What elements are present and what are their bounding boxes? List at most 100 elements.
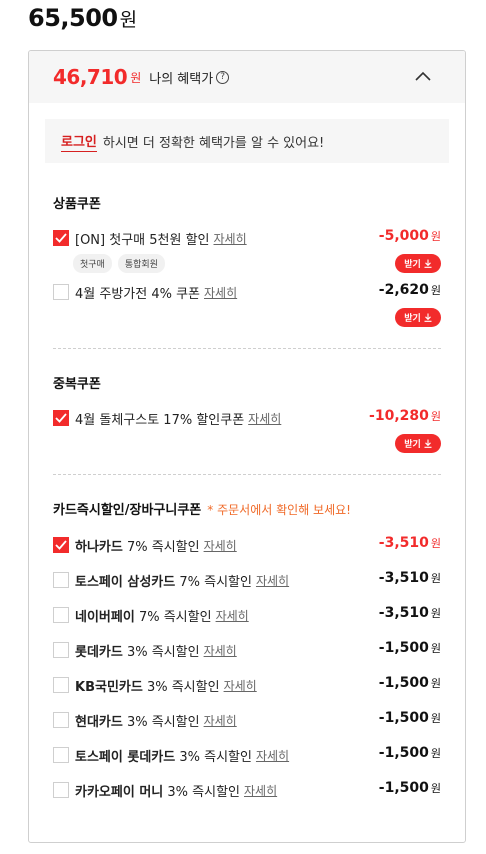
card-name: 롯데카드 [75, 644, 123, 660]
coupon-tags: 첫구매 통합회원 [73, 254, 165, 273]
detail-link[interactable]: 자세히 [204, 642, 237, 659]
card-amount: -1,500 원 [379, 710, 441, 726]
detail-link[interactable]: 자세히 [204, 284, 237, 301]
card-checkbox[interactable] [53, 607, 69, 623]
card-label: KB국민카드 3% 즉시할인 [75, 676, 220, 695]
amount-value: -1,500 [378, 745, 429, 761]
coupon-label: 4월 돌체구스토 17% 할인쿠폰 [75, 412, 245, 428]
card-checkbox[interactable] [53, 537, 69, 553]
card-amount: -1,500 원 [379, 675, 441, 691]
card-amount: -3,510 원 [379, 570, 441, 586]
card-checkbox[interactable] [53, 677, 69, 693]
card-checkbox[interactable] [53, 642, 69, 658]
card-row: 토스페이 삼성카드 7% 즉시할인 자세히 -3,510 원 [53, 570, 441, 590]
coupon-label: 4월 주방가전 4% 쿠폰 [75, 286, 201, 302]
login-notice: 로그인 하시면 더 정확한 혜택가를 알 수 있어요! [45, 119, 449, 163]
amount-value: -1,500 [378, 780, 429, 796]
detail-link[interactable]: 자세히 [214, 230, 247, 247]
card-name: 카카오페이 머니 [75, 784, 164, 800]
card-desc: 7% 즉시할인 [126, 539, 200, 555]
card-name: 토스페이 롯데카드 [75, 749, 176, 765]
card-amount: -3,510 원 [379, 605, 441, 621]
download-coupon-button[interactable]: 받기 [395, 308, 441, 327]
download-icon [424, 313, 432, 322]
card-row: 토스페이 롯데카드 3% 즉시할인 자세히 -1,500 원 [53, 745, 441, 765]
download-label: 받기 [404, 440, 421, 450]
card-name: 토스페이 삼성카드 [75, 574, 176, 590]
card-label: 현대카드 3% 즉시할인 [75, 711, 200, 730]
card-discount-note: * 주문서에서 확인해 보세요! [207, 503, 351, 517]
card-checkbox[interactable] [53, 782, 69, 798]
download-icon [424, 259, 432, 268]
download-coupon-button[interactable]: 받기 [395, 254, 441, 273]
benefit-panel: 46,710 원 나의 혜택가 ? 로그인 하시면 더 정확한 혜택가를 알 수… [28, 50, 466, 843]
download-icon [424, 439, 432, 448]
coupon-checkbox[interactable] [53, 230, 69, 246]
card-label: 토스페이 롯데카드 3% 즉시할인 [75, 746, 252, 765]
card-desc: 7% 즉시할인 [179, 574, 252, 590]
amount-value: -3,510 [378, 605, 429, 621]
coupon-row: 4월 돌체구스토 17% 할인쿠폰 자세히 -10,280 원 [53, 408, 441, 428]
coupon-tag: 통합회원 [117, 254, 165, 273]
benefit-header[interactable]: 46,710 원 나의 혜택가 ? [29, 51, 465, 103]
detail-link[interactable]: 자세히 [248, 410, 281, 427]
card-amount: -1,500 원 [379, 780, 441, 796]
price-value: 65,500 [28, 4, 118, 32]
detail-link[interactable]: 자세히 [256, 572, 289, 589]
login-message: 하시면 더 정확한 혜택가를 알 수 있어요! [102, 135, 325, 151]
card-label: 카카오페이 머니 3% 즉시할인 [75, 781, 240, 800]
coupon-row: 4월 주방가전 4% 쿠폰 자세히 -2,620 원 [53, 282, 441, 302]
product-price: 65,500 원 [28, 4, 137, 32]
card-row: KB국민카드 3% 즉시할인 자세히 -1,500 원 [53, 675, 441, 695]
card-checkbox[interactable] [53, 747, 69, 763]
coupon-amount: -10,280 원 [369, 408, 441, 424]
card-discount-title-text: 카드즉시할인/장바구니쿠폰 [53, 503, 202, 518]
download-coupon-button[interactable]: 받기 [395, 434, 441, 453]
amount-unit: 원 [430, 572, 441, 585]
detail-link[interactable]: 자세히 [224, 677, 257, 694]
card-checkbox[interactable] [53, 712, 69, 728]
coupon-checkbox[interactable] [53, 410, 69, 426]
detail-link[interactable]: 자세히 [204, 712, 237, 729]
amount-unit: 원 [430, 607, 441, 620]
card-label: 하나카드 7% 즉시할인 [75, 536, 200, 555]
coupon-amount: -2,620 원 [379, 282, 441, 298]
coupon-checkbox[interactable] [53, 284, 69, 300]
section-divider [53, 348, 441, 349]
coupon-label: [ON] 첫구매 5천원 할인 [75, 232, 210, 248]
card-desc: 3% 즉시할인 [126, 644, 200, 660]
card-name: 현대카드 [75, 714, 123, 730]
card-desc: 3% 즉시할인 [179, 749, 252, 765]
card-desc: 3% 즉시할인 [167, 784, 240, 800]
card-checkbox[interactable] [53, 572, 69, 588]
detail-link[interactable]: 자세히 [256, 747, 289, 764]
check-icon [55, 233, 67, 243]
card-desc: 7% 즉시할인 [138, 609, 212, 625]
coupon-row: [ON] 첫구매 5천원 할인 자세히 -5,000 원 [53, 228, 441, 248]
amount-unit: 원 [430, 747, 441, 760]
check-icon [55, 413, 67, 423]
amount-value: -5,000 [378, 228, 429, 244]
amount-value: -3,510 [378, 570, 429, 586]
detail-link[interactable]: 자세히 [244, 782, 277, 799]
chevron-up-icon[interactable] [415, 70, 431, 82]
card-row: 네이버페이 7% 즉시할인 자세히 -3,510 원 [53, 605, 441, 625]
benefit-unit: 원 [130, 70, 142, 85]
stack-coupon-title: 중복쿠폰 [53, 377, 101, 392]
amount-value: -1,500 [378, 710, 429, 726]
detail-link[interactable]: 자세히 [216, 607, 249, 624]
card-name: 하나카드 [75, 539, 123, 555]
amount-unit: 원 [430, 410, 441, 423]
amount-value: -2,620 [378, 282, 429, 298]
card-label: 롯데카드 3% 즉시할인 [75, 641, 200, 660]
card-row: 롯데카드 3% 즉시할인 자세히 -1,500 원 [53, 640, 441, 660]
login-link[interactable]: 로그인 [61, 131, 97, 152]
card-amount: -1,500 원 [379, 640, 441, 656]
detail-link[interactable]: 자세히 [204, 537, 237, 554]
benefit-label: 나의 혜택가 [149, 71, 214, 87]
card-row: 현대카드 3% 즉시할인 자세히 -1,500 원 [53, 710, 441, 730]
help-icon[interactable]: ? [216, 70, 230, 84]
check-icon [55, 540, 67, 550]
card-desc: 3% 즉시할인 [126, 714, 200, 730]
coupon-amount: -5,000 원 [379, 228, 441, 244]
